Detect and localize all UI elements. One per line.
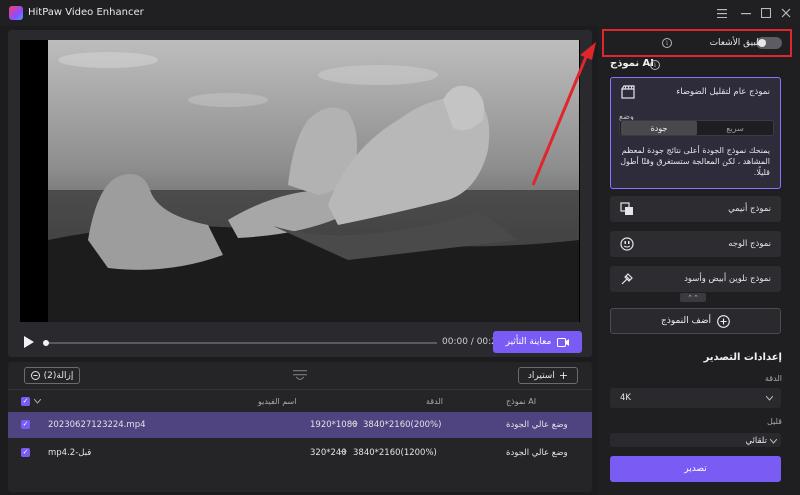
- row-checkbox[interactable]: ✓: [21, 448, 30, 457]
- model-name: وضع عالي الجودة: [506, 420, 568, 430]
- info-icon[interactable]: i: [662, 38, 672, 48]
- table-row[interactable]: ✓ 20230627123224.mp4 1920*1080 ➔ 3840*21…: [8, 412, 592, 438]
- general-denoise-model-card[interactable]: نموذج عام لتقليل الضوضاء وضع جودة سريع ي…: [610, 77, 781, 189]
- preview-effect-button[interactable]: معاينة التأثير: [493, 331, 582, 353]
- header-model: نموذج AI: [506, 397, 537, 406]
- model-name: نموذج الوجه: [728, 239, 771, 249]
- file-name: mp4.2-قبل: [48, 448, 92, 458]
- export-label: تصدير: [684, 464, 707, 474]
- model-card-face[interactable]: نموذج الوجه: [610, 231, 781, 257]
- format-label: قليل: [767, 417, 782, 426]
- model-name: نموذج تلوين أبيض وأسود: [684, 274, 771, 284]
- menu-icon[interactable]: [713, 4, 731, 22]
- maximize-icon[interactable]: [757, 4, 775, 22]
- mode-fast-option[interactable]: سريع: [697, 121, 773, 135]
- add-model-label: أضف النموذج: [661, 316, 711, 326]
- header-resolution: الدقة: [426, 397, 443, 406]
- chevron-down-icon: [770, 439, 777, 444]
- header-name: اسم الفيديو: [258, 397, 297, 406]
- list-toolbar: إزالة(2) استيراد +: [8, 362, 592, 390]
- arrow-right-icon: ➔: [340, 447, 348, 457]
- select-all-checkbox[interactable]: ✓: [21, 397, 30, 406]
- resolution-label: الدقة: [765, 374, 782, 383]
- mode-quality-option[interactable]: جودة: [621, 121, 697, 135]
- denoise-label: تطبيق الأشعات: [709, 38, 766, 48]
- chevron-down-icon[interactable]: [34, 399, 41, 404]
- format-value: تلقائي: [745, 436, 767, 446]
- mode-switch[interactable]: جودة سريع: [619, 120, 774, 136]
- file-list-panel: إزالة(2) استيراد + ✓ اسم الفيديو الدقة ن…: [8, 362, 592, 492]
- arrow-right-icon: ➔: [351, 419, 359, 429]
- chevron-down-icon: [766, 396, 773, 401]
- resolution-value: 4K: [620, 393, 631, 403]
- add-model-button[interactable]: أضف النموذج: [610, 308, 781, 334]
- minus-circle-icon: [30, 371, 40, 380]
- export-settings-title: إعدادات التصدير: [703, 352, 782, 363]
- model-name: نموذج أنيمي: [728, 204, 771, 214]
- table-row[interactable]: ✓ mp4.2-قبل 320*240 ➔ 3840*2160(1200%) و…: [8, 440, 592, 466]
- model-card-anime[interactable]: نموذج أنيمي: [610, 196, 781, 222]
- model-card-colorize[interactable]: نموذج تلوين أبيض وأسود: [610, 266, 781, 292]
- import-button[interactable]: استيراد +: [518, 367, 578, 384]
- plus-icon: +: [558, 369, 569, 382]
- preview-effect-label: معاينة التأثير: [505, 337, 552, 347]
- settings-panel: تطبيق الأشعات i نموذج AI i نموذج عام لتق…: [598, 26, 800, 495]
- list-header: ✓ اسم الفيديو الدقة نموذج AI: [8, 392, 592, 410]
- anime-icon: [620, 202, 633, 215]
- ai-model-title: نموذج AI: [610, 58, 655, 69]
- import-label: استيراد: [527, 370, 555, 381]
- close-icon[interactable]: [777, 4, 795, 22]
- preview-panel: 00:00 / 00:25 معاينة التأثير: [8, 30, 592, 357]
- export-button[interactable]: تصدير: [610, 456, 781, 482]
- app-title: HitPaw Video Enhancer: [28, 7, 144, 18]
- format-select[interactable]: تلقائي: [610, 433, 781, 447]
- clapperboard-icon: [621, 85, 635, 99]
- expand-models-button[interactable]: ⌃⌃: [680, 293, 706, 302]
- remove-button[interactable]: إزالة(2): [24, 367, 80, 384]
- timeline-slider[interactable]: [43, 340, 437, 346]
- denoise-setting: تطبيق الأشعات i: [602, 29, 792, 57]
- plus-circle-icon: [717, 314, 730, 328]
- target-resolution: 3840*2160(1200%): [353, 448, 437, 458]
- model-description: يمنحك نموذج الجودة أعلى نتائج جودة لمعظم…: [620, 146, 770, 177]
- face-icon: [620, 237, 634, 251]
- minimize-icon[interactable]: [737, 4, 755, 22]
- video-still-image: [48, 40, 579, 322]
- row-checkbox[interactable]: ✓: [21, 420, 30, 429]
- target-resolution: 3840*2160(200%): [363, 420, 442, 430]
- app-logo: [9, 6, 23, 20]
- info-icon[interactable]: i: [650, 60, 660, 70]
- title-bar: HitPaw Video Enhancer: [0, 0, 800, 26]
- timeline-knob[interactable]: [43, 340, 49, 346]
- file-name: 20230627123224.mp4: [48, 420, 146, 430]
- colorize-icon: [621, 273, 633, 285]
- resolution-select[interactable]: 4K: [610, 388, 781, 408]
- general-model-name: نموذج عام لتقليل الضوضاء: [676, 87, 770, 97]
- remove-label: إزالة(2): [43, 370, 74, 381]
- collapse-handle-icon[interactable]: [293, 370, 307, 380]
- model-name: وضع عالي الجودة: [506, 448, 568, 458]
- video-camera-icon: [557, 337, 570, 347]
- video-frame[interactable]: [20, 40, 580, 322]
- play-icon[interactable]: [23, 336, 35, 348]
